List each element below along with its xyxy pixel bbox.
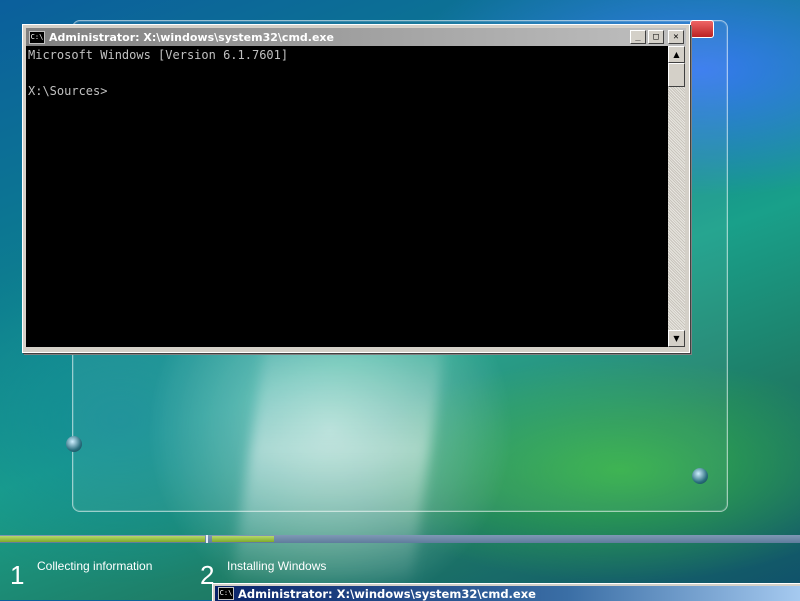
window-controls: _ □ ✕: [630, 30, 684, 44]
setup-close-button[interactable]: [690, 20, 714, 38]
cmd-titlebar-2[interactable]: C:\ Administrator: X:\windows\system32\c…: [215, 586, 800, 601]
step-label: Collecting information: [37, 559, 153, 573]
console-prompt: X:\Sources>: [28, 84, 108, 98]
progress-divider: [206, 535, 208, 543]
console-output[interactable]: Microsoft Windows [Version 6.1.7601] ​ X:\…: [26, 46, 669, 347]
step-label: Installing Windows: [227, 559, 327, 573]
cmd-titlebar[interactable]: C:\ Administrator: X:\windows\system32\c…: [26, 28, 686, 46]
cmd-icon: C:\: [29, 30, 45, 44]
console-line: Microsoft Windows [Version 6.1.7601]: [28, 48, 289, 62]
scrollbar-thumb[interactable]: [668, 63, 685, 87]
vertical-scrollbar[interactable]: ▲ ▼: [668, 46, 685, 347]
cmd-window[interactable]: C:\ Administrator: X:\windows\system32\c…: [22, 24, 690, 353]
minimize-button[interactable]: _: [630, 30, 646, 44]
close-button[interactable]: ✕: [668, 30, 684, 44]
cmd-window-2[interactable]: C:\ Administrator: X:\windows\system32\c…: [212, 583, 800, 601]
scroll-up-arrow-icon[interactable]: ▲: [668, 46, 685, 63]
setup-progress-bar: [0, 535, 800, 543]
cmd-window-title-2: Administrator: X:\windows\system32\cmd.e…: [238, 586, 536, 601]
scroll-down-arrow-icon[interactable]: ▼: [668, 330, 685, 347]
console-line: ​: [28, 64, 669, 82]
progress-segment-step-1: [0, 536, 205, 542]
step-number: 1: [10, 560, 25, 590]
decorative-orb-left: [66, 436, 82, 452]
maximize-button[interactable]: □: [648, 30, 664, 44]
cmd-window-title: Administrator: X:\windows\system32\cmd.e…: [49, 30, 334, 44]
progress-segment-step-2: [212, 536, 274, 542]
cmd-icon: C:\: [218, 587, 234, 600]
decorative-orb-right: [692, 468, 708, 484]
